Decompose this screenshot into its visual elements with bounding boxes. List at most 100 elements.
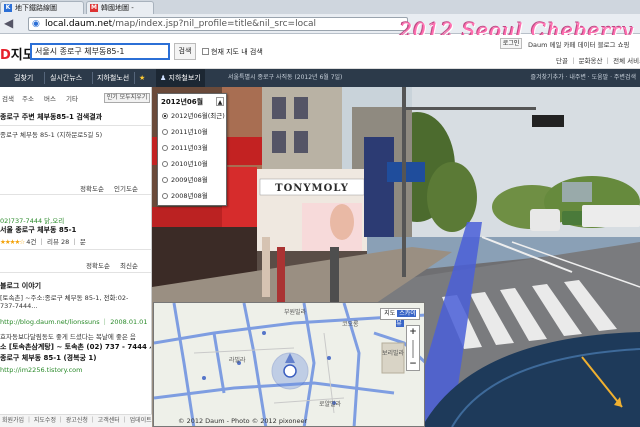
- roadview-person-icon: ♟: [160, 74, 167, 82]
- checkbox-icon: [202, 48, 209, 55]
- zoom-in-button[interactable]: +: [407, 327, 419, 338]
- login-button[interactable]: 로그인: [500, 38, 522, 49]
- search-input[interactable]: 서울시 종로구 체부동85-1: [30, 43, 170, 60]
- date-option[interactable]: 2009년08월: [162, 175, 224, 186]
- date-option[interactable]: 2010년10월: [162, 159, 224, 170]
- selected-date[interactable]: 2012년06월: [161, 97, 223, 108]
- blog-snippet-line[interactable]: [토속촌] ~주소:종로구 체부동 85-1, 전화:02-: [0, 292, 151, 302]
- search-button[interactable]: 검색: [174, 43, 196, 60]
- roadview-date-dropdown[interactable]: 2012년06월 ▲ 2012년06월(최근) 2011년10월 2011년03…: [157, 93, 227, 206]
- category-address[interactable]: 주소: [22, 93, 34, 103]
- blog-snippet-line[interactable]: 효자동보다달림동도 좋게 드셨다는 복날에 좋은 음: [0, 331, 151, 341]
- map-copyright: © 2012 Daum - Photo © 2012 pixoneer: [178, 417, 308, 425]
- browser-tab-subway-map[interactable]: K 地下鐵路線圖: [0, 1, 84, 14]
- result-category-row: 검색 주소 버스 기타 인기 모두지우기: [0, 91, 151, 103]
- date-option[interactable]: 2008년08월: [162, 191, 224, 202]
- minimap-label: 라빌라: [229, 357, 246, 364]
- toolbar-roadview-tab[interactable]: ♟ 지하철보기: [156, 69, 205, 87]
- chevron-up-icon[interactable]: ▲: [216, 97, 224, 106]
- clear-all-button[interactable]: 인기 모두지우기: [104, 93, 150, 103]
- search-result-panel: 검색 주소 버스 기타 인기 모두지우기 종로구 주변 체부동85-1 검색결과…: [0, 87, 152, 427]
- rating-stars: ★★★★☆: [0, 238, 25, 246]
- blog-url[interactable]: http://blog.daum.net/lionssuns ｜ 2008.01…: [0, 316, 151, 326]
- toolbar-divider: [92, 72, 93, 84]
- date-option-label: 2010년10월: [171, 160, 208, 168]
- date-option-label: 2009년08월: [171, 176, 208, 184]
- divider: [0, 249, 151, 250]
- date-option[interactable]: 2011년03월: [162, 143, 224, 154]
- toolbar-realtime-news[interactable]: 실시간뉴스: [50, 69, 82, 87]
- toolbar-directions[interactable]: 길찾기: [14, 69, 33, 87]
- checkbox-label: 현재 지도 내 검색: [211, 48, 263, 56]
- browser-tab-bar: K 地下鐵路線圖 M 韓國地圖 -: [0, 0, 640, 14]
- tonymoly-sign: TONYMOLY: [275, 183, 349, 194]
- roadview-tab-label: 지하철보기: [168, 74, 201, 82]
- minimap-label: 보리빌라: [382, 350, 405, 357]
- place-address-link[interactable]: 서울 종로구 체부동 85-1: [0, 225, 151, 235]
- category-search[interactable]: 검색: [2, 93, 14, 103]
- radio-icon: [162, 177, 168, 183]
- toolbar-divider: [134, 72, 135, 84]
- blog-snippet-line: 소 [토속촌삼계탕] ~ 토속촌 (02) 737 - 7444 서울시: [0, 343, 152, 351]
- map-toolbar: 길찾기 실시간뉴스 지하철노선 ★ ♟ 지하철보기 서울특별시 종로구 사직동 …: [0, 69, 640, 87]
- category-other[interactable]: 기타: [66, 93, 78, 103]
- radio-icon: [162, 161, 168, 167]
- blog-section-title: 블로그 이야기: [0, 282, 42, 290]
- minimap-zoom-control: + −: [406, 325, 420, 371]
- browser-tab-korea-map[interactable]: M 韓國地圖 -: [86, 1, 154, 14]
- daum-map-header: D지도 서울시 종로구 체부동85-1 검색 현재 지도 내 검색 로그인 Da…: [0, 35, 640, 69]
- date-option[interactable]: 2011년10월: [162, 127, 224, 138]
- address-result[interactable]: 종로구 체부동 85-1 (지하문로5길 5): [0, 129, 151, 139]
- divider: [0, 125, 151, 126]
- roadview-minimap[interactable]: 부원빌라 코오롱 보리빌라 라빌라 로얄빌라 지도 스카이뷰 + − © 201…: [153, 302, 425, 427]
- blog-snippet-line: 종로구 체부동 85-1 (경복궁 1): [0, 354, 97, 362]
- daum-favicon-icon: K: [4, 4, 12, 12]
- blog-url[interactable]: http://im2256.tistory.com: [0, 366, 151, 374]
- divider: [0, 194, 151, 195]
- sort-latest-blog[interactable]: 최신순: [120, 260, 138, 270]
- url-path: /map/index.jsp?nil_profile=title&nil_src…: [112, 19, 317, 29]
- toolbar-subway-lines[interactable]: 지하철노선: [97, 69, 129, 87]
- back-arrow-icon[interactable]: ◀: [4, 17, 22, 31]
- logo-letter: D: [0, 48, 11, 63]
- divider: [0, 272, 151, 273]
- date-option-label: 2008년08월: [171, 192, 208, 200]
- minimap-streets: [154, 303, 424, 426]
- map-favicon-icon: M: [90, 4, 98, 12]
- sort-popularity[interactable]: 인기도순: [114, 183, 138, 193]
- result-title: 종로구 주변 체부동85-1 검색결과: [0, 113, 103, 121]
- date-option[interactable]: 2012년06월(최근): [162, 111, 225, 122]
- favorite-star-icon[interactable]: ★: [139, 69, 145, 87]
- search-in-current-map-checkbox[interactable]: 현재 지도 내 검색: [202, 47, 263, 57]
- url-input[interactable]: ◉ local.daum.net/map/index.jsp?nil_profi…: [28, 17, 408, 31]
- daum-sub-links[interactable]: 단골 ｜ 문화옹산 ｜ 전체 서비스: [556, 55, 640, 65]
- daum-service-links[interactable]: Daum 메일 카페 데이터 블로그 쇼핑: [528, 39, 630, 49]
- sort-accuracy[interactable]: 정확도순: [80, 183, 104, 193]
- minimap-label: 로얄빌라: [319, 401, 342, 408]
- zoom-track[interactable]: [412, 340, 414, 358]
- sort-accuracy-blog[interactable]: 정확도순: [86, 260, 110, 270]
- minimap-mode-toggle[interactable]: 지도 스카이뷰: [380, 308, 420, 327]
- minimap-label: 코오롱: [342, 321, 359, 328]
- browser-address-bar: ◀ ◉ local.daum.net/map/index.jsp?nil_pro…: [0, 14, 640, 42]
- page-footer-links[interactable]: 회원가입 ｜ 지도수정 ｜ 광고신청 ｜ 고객센터 ｜ 업데이트: [0, 414, 152, 427]
- blog-snippet-line: 737-7444...: [0, 302, 38, 310]
- date-option-label: 2012년06월(최근): [171, 112, 225, 120]
- roadview-location-info: 서울특별시 종로구 사직동 (2012년 6월 7일): [228, 74, 343, 81]
- place-phone: 02)737-7444 닭,오리: [0, 217, 65, 225]
- globe-icon: ◉: [32, 19, 40, 29]
- place-review-count[interactable]: 4건 ｜ 리뷰 28 ｜ 문: [26, 238, 86, 246]
- zoom-out-button[interactable]: −: [407, 359, 419, 370]
- mode-map[interactable]: 지도: [384, 310, 395, 317]
- url-host: local.daum.net: [45, 19, 113, 29]
- radio-selected-icon: [162, 113, 168, 119]
- date-option-label: 2011년03월: [171, 144, 208, 152]
- category-bus[interactable]: 버스: [44, 93, 56, 103]
- tab-title: 地下鐵路線圖: [15, 4, 57, 12]
- place-rating-row: ★★★★☆ 4건 ｜ 리뷰 28 ｜ 문: [0, 236, 151, 246]
- toolbar-right-links[interactable]: 즐겨찾기추가 · 내주변 · 도움말 · 주변검색: [531, 69, 637, 87]
- date-option-label: 2011년10월: [171, 128, 208, 136]
- radio-icon: [162, 193, 168, 199]
- radio-icon: [162, 129, 168, 135]
- tab-title: 韓國地圖 -: [101, 4, 134, 12]
